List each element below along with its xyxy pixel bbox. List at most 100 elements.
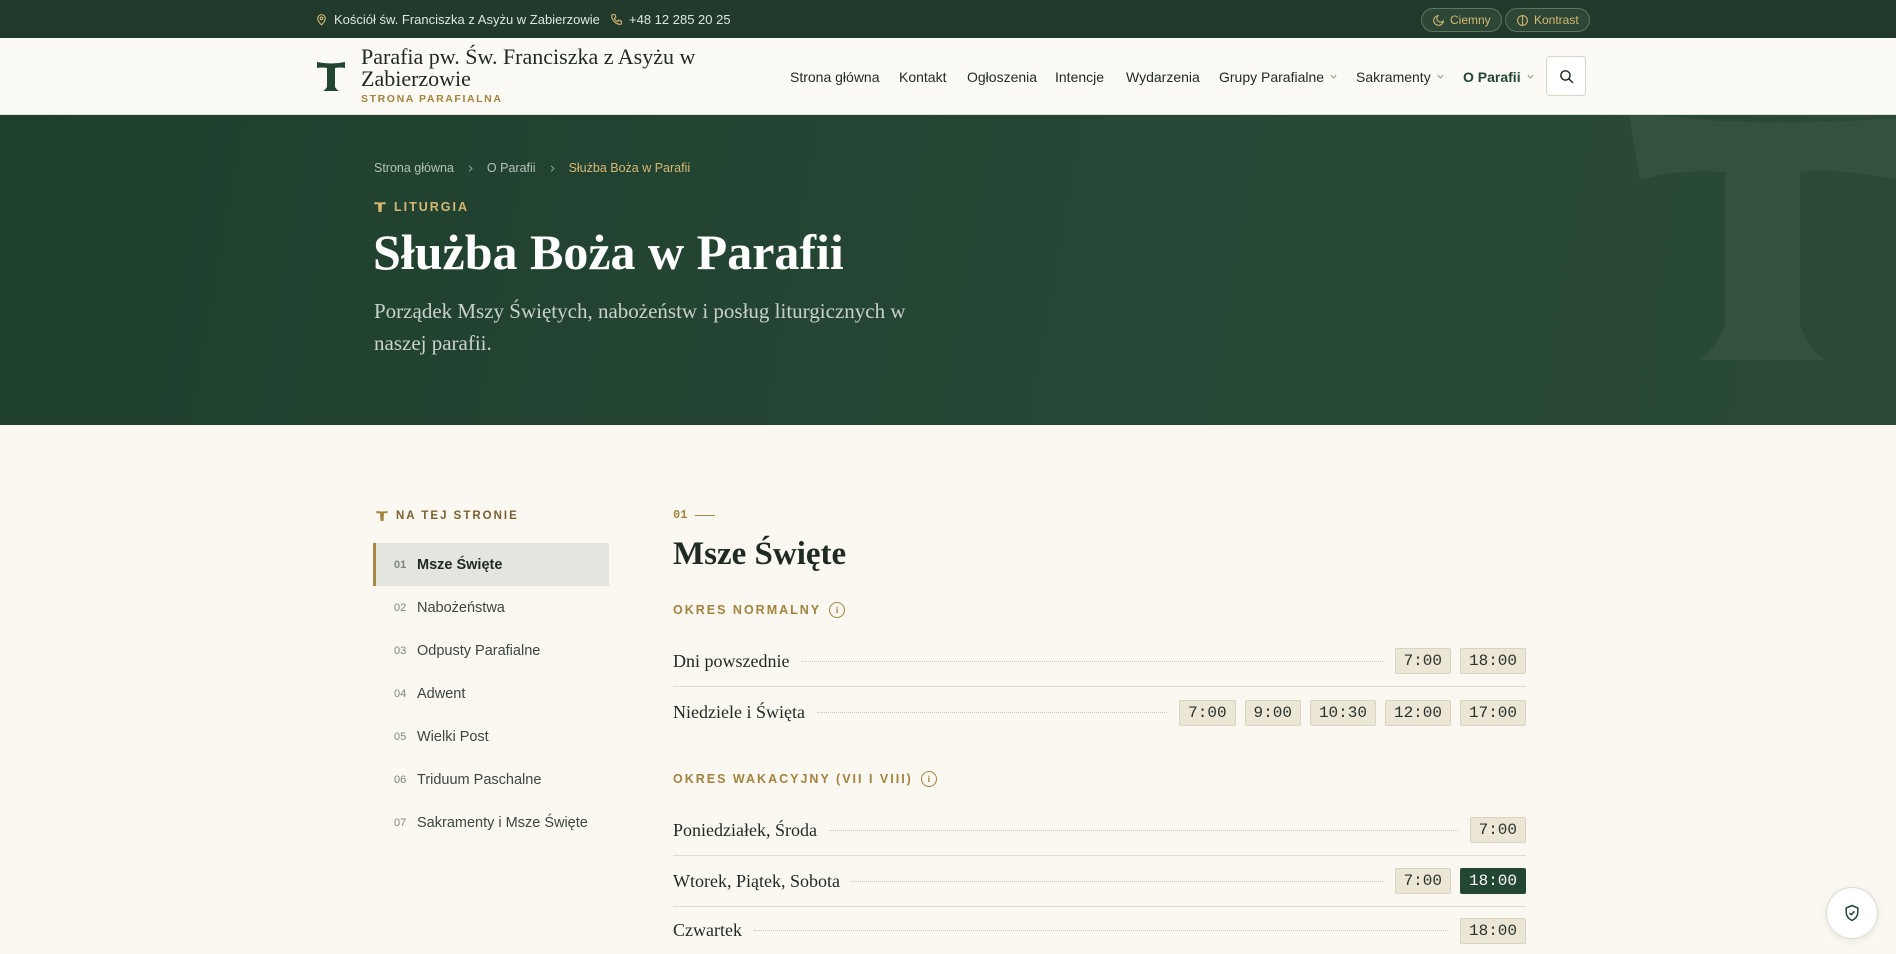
mass-time-chip: 7:00 [1469, 817, 1526, 843]
dotted-leader [801, 660, 1383, 662]
toc-item-number: 06 [394, 773, 407, 786]
nav-announcements[interactable]: Ogłoszenia [967, 38, 1037, 115]
mass-time-chip: 7:00 [1179, 699, 1236, 726]
privacy-settings-button[interactable] [1826, 887, 1878, 939]
site-title[interactable]: Parafia pw. Św. Franciszka z Asyżu w Zab… [361, 46, 741, 90]
nav-about[interactable]: O Parafii [1463, 38, 1535, 115]
mass-time-chip: 7:00 [1394, 868, 1451, 894]
toc-item-label: Adwent [417, 685, 466, 702]
toc-item-nabozenstwa[interactable]: 02 Nabożeństwa [373, 586, 609, 629]
toc-item-number: 01 [394, 558, 407, 571]
info-icon[interactable]: i [829, 602, 846, 618]
nav-home[interactable]: Strona główna [790, 38, 880, 115]
dotted-leader [851, 880, 1383, 882]
toc-item-label: Sakramenty i Msze Święte [417, 814, 588, 831]
hero-banner: Strona główna O Parafii Służba Boża w Pa… [0, 115, 1896, 425]
toc-item-label: Nabożeństwa [417, 599, 505, 616]
toc-item-label: Msze Święte [417, 556, 503, 573]
hero-eyebrow: LITURGIA [374, 200, 469, 214]
hero-eyebrow-label: LITURGIA [394, 200, 470, 214]
nav-groups[interactable]: Grupy Parafialne [1219, 38, 1338, 115]
nav-contact[interactable]: Kontakt [899, 38, 946, 115]
contrast-icon [1517, 14, 1528, 26]
toc-item-label: Wielki Post [417, 728, 489, 745]
top-bar: Kościół św. Franciszka z Asyżu w Zabierz… [0, 0, 1896, 38]
nav-groups-label: Grupy Parafialne [1219, 68, 1325, 85]
toc-item-msze-swiete[interactable]: 01 Msze Święte [373, 543, 609, 586]
mass-time-chip: 7:00 [1394, 648, 1451, 674]
page-lead: Porządek Mszy Świętych, nabożeństw i pos… [374, 299, 906, 355]
toc-item-label: Odpusty Parafialne [417, 642, 541, 659]
schedule-day: Dni powszednie [673, 650, 790, 671]
schedule-times: 7:00 [1469, 817, 1526, 843]
page-title: Służba Boża w Parafii [373, 224, 844, 280]
toc-item-number: 04 [394, 687, 407, 700]
schedule-times: 7:00 18:00 [1394, 868, 1526, 894]
nav-about-label: O Parafii [1463, 68, 1521, 85]
search-icon [1559, 69, 1573, 83]
mass-time-chip: 9:00 [1244, 699, 1301, 726]
info-icon[interactable]: i [920, 771, 937, 787]
nav-contact-label: Kontakt [899, 68, 947, 85]
chevron-down-icon [1527, 74, 1534, 79]
nav-sacraments[interactable]: Sakramenty [1356, 38, 1445, 115]
site-header: Parafia pw. Św. Franciszka z Asyżu w Zab… [0, 38, 1896, 115]
location-pin-icon [317, 13, 326, 26]
schedule-times: 18:00 [1459, 917, 1526, 944]
dark-mode-label: Ciemny [1450, 13, 1491, 27]
toc-item-triduum[interactable]: 06 Triduum Paschalne [373, 758, 609, 801]
shield-check-icon [1845, 904, 1859, 922]
tau-cross-icon [374, 202, 386, 212]
toc-heading: NA TEJ STRONIE [376, 510, 519, 522]
toc-item-number: 07 [394, 816, 407, 829]
phone-icon [611, 13, 622, 25]
toc-item-sakramenty[interactable]: 07 Sakramenty i Msze Święte [373, 801, 609, 844]
nav-announcements-label: Ogłoszenia [967, 68, 1038, 85]
tau-cross-logo-icon[interactable] [316, 60, 346, 92]
schedule-times: 7:00 18:00 [1394, 648, 1526, 674]
period-heading-summer: OKRES WAKACYJNY (VII I VIII) i [673, 771, 937, 787]
contrast-toggle[interactable]: Kontrast [1505, 8, 1590, 32]
chevron-down-icon [1437, 74, 1444, 79]
schedule-day: Wtorek, Piątek, Sobota [673, 870, 840, 891]
nav-intentions-label: Intencje [1055, 68, 1105, 85]
schedule-row: Poniedziałek, Środa 7:00 [673, 805, 1526, 856]
dotted-leader [828, 829, 1458, 831]
mass-time-chip: 18:00 [1459, 917, 1526, 944]
toc-item-label: Triduum Paschalne [417, 771, 542, 788]
phone-info[interactable]: +48 12 285 20 25 [610, 0, 731, 38]
breadcrumb-current: Służba Boża w Parafii [568, 161, 691, 175]
chevron-down-icon [1330, 74, 1337, 79]
toc-heading-label: NA TEJ STRONIE [396, 510, 519, 522]
breadcrumb-about[interactable]: O Parafii [487, 161, 536, 175]
toc-item-number: 02 [394, 601, 407, 614]
breadcrumb-home[interactable]: Strona główna [374, 161, 454, 175]
breadcrumb: Strona główna O Parafii Służba Boża w Pa… [374, 161, 690, 175]
nav-events-label: Wydarzenia [1126, 68, 1200, 85]
tau-cross-watermark-icon [1628, 115, 1896, 360]
site-subtitle: STRONA PARAFIALNA [361, 93, 503, 105]
mass-time-chip: 12:00 [1384, 699, 1451, 726]
dotted-leader [753, 930, 1448, 931]
moon-icon [1433, 14, 1445, 26]
chevron-right-icon [468, 164, 473, 172]
table-of-contents: 01 Msze Święte 02 Nabożeństwa 03 Odpusty Pa… [373, 543, 609, 844]
schedule-row: Wtorek, Piątek, Sobota 7:00 18:00 [673, 856, 1526, 907]
toc-item-odpusty[interactable]: 03 Odpusty Parafialne [373, 629, 609, 672]
section-number: 01 [673, 508, 716, 522]
toc-item-wielki-post[interactable]: 05 Wielki Post [373, 715, 609, 758]
address-info[interactable]: Kościół św. Franciszka z Asyżu w Zabierz… [315, 0, 600, 38]
schedule-row: Dni powszednie 7:00 18:00 [673, 636, 1526, 687]
nav-events[interactable]: Wydarzenia [1126, 38, 1200, 115]
search-button[interactable] [1546, 56, 1586, 96]
dark-mode-toggle[interactable]: Ciemny [1421, 8, 1502, 32]
period-heading-normal: OKRES NORMALNY i [673, 602, 846, 618]
tau-cross-icon [376, 511, 388, 521]
phone-text: +48 12 285 20 25 [629, 11, 731, 27]
mass-time-chip: 10:30 [1309, 699, 1376, 726]
nav-intentions[interactable]: Intencje [1055, 38, 1104, 115]
toc-item-adwent[interactable]: 04 Adwent [373, 672, 609, 715]
period-label: OKRES NORMALNY [673, 603, 822, 617]
section-title: Msze Święte [673, 536, 847, 572]
schedule-day: Poniedziałek, Środa [673, 819, 817, 840]
